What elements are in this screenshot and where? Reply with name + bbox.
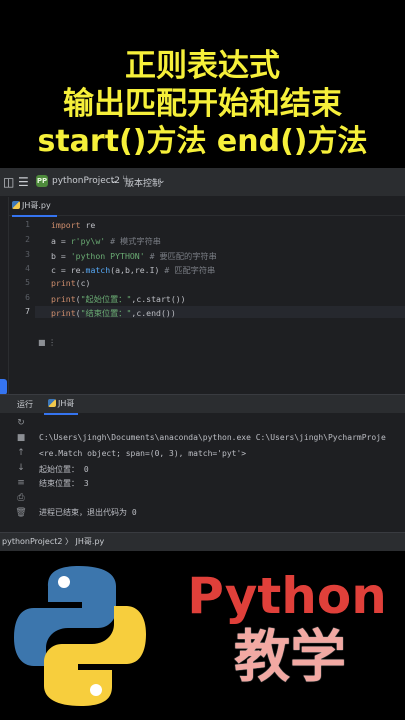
run-tab[interactable]: JH哥 — [44, 395, 79, 415]
editor-inline-controls: ■ ⋮ — [38, 338, 56, 347]
console-exit-message: 进程已结束，退出代码为 0 — [39, 508, 137, 517]
line-number: 1 — [25, 220, 30, 229]
more-icon[interactable]: ⋮ — [48, 338, 56, 347]
code-line-3[interactable]: b = 'python PYTHON' # 要匹配的字符串 — [51, 250, 217, 262]
teaching-label: 教学 — [234, 625, 346, 690]
code-line-2[interactable]: a = r'py\w' # 模式字符串 — [51, 235, 161, 247]
code-line-5[interactable]: print(c) — [51, 278, 90, 288]
line-number: 6 — [25, 293, 30, 302]
stop-icon[interactable]: ■ — [11, 433, 31, 448]
run-tool-indicator[interactable] — [0, 379, 7, 395]
line-number: 7 — [25, 307, 30, 316]
console-end-output: 结束位置： 3 — [39, 479, 89, 488]
line-number: 2 — [25, 235, 30, 244]
run-panel-header: 运行 JH哥 — [0, 394, 405, 415]
code-line-1[interactable]: import re — [51, 220, 95, 230]
code-line-6[interactable]: print("起始位置：",c.start()) — [51, 293, 186, 305]
chevron-down-icon[interactable]: ⌄ — [110, 176, 118, 186]
console-match-output: <re.Match object; span=(0, 3), match='py… — [39, 449, 247, 458]
main-menu-icon[interactable]: ☰ — [18, 175, 29, 189]
python-file-icon — [48, 399, 56, 407]
scroll-down-icon[interactable]: ↓ — [11, 463, 31, 478]
rerun-icon[interactable]: ↻ — [11, 418, 31, 433]
breadcrumb[interactable]: pythonProject2 〉 JH哥.py — [2, 537, 104, 546]
title-line-2: 输出匹配开始和结束 — [63, 86, 342, 122]
ide-toolbar: ◫ ☰ PP pythonProject2 ⌄ ⑂ 版本控制 ⌄ — [0, 168, 405, 197]
chevron-down-icon[interactable]: ⌄ — [158, 176, 166, 186]
run-label: 运行 — [17, 400, 33, 409]
scroll-up-icon[interactable]: ↑ — [11, 448, 31, 463]
python-file-icon — [12, 201, 20, 209]
python-wordmark: Python — [187, 567, 387, 625]
line-number: 4 — [25, 264, 30, 273]
editor-tabbar: JH哥.py — [0, 197, 405, 217]
vcs-menu[interactable]: 版本控制 — [125, 176, 161, 189]
line-number: 3 — [25, 250, 30, 259]
status-bar: pythonProject2 〉 JH哥.py — [0, 532, 405, 551]
line-number: 5 — [25, 278, 30, 287]
left-tool-strip — [0, 197, 9, 397]
soft-wrap-icon[interactable]: ≡ — [11, 478, 31, 493]
python-logo-icon — [14, 566, 146, 706]
trash-icon[interactable]: 🗑 — [11, 508, 31, 523]
ide-window: ◫ ☰ PP pythonProject2 ⌄ ⑂ 版本控制 ⌄ JH哥.py … — [0, 168, 405, 551]
code-line-4[interactable]: c = re.match(a,b,re.I) # 匹配字符串 — [51, 264, 215, 276]
console-start-output: 起始位置： 0 — [39, 465, 89, 474]
tab-label: JH哥.py — [22, 201, 51, 210]
window-control-icon[interactable]: ◫ — [3, 175, 14, 189]
console-command: C:\Users\jingh\Documents\anaconda\python… — [39, 433, 386, 442]
square-icon[interactable]: ■ — [38, 338, 46, 347]
title-line-1: 正则表达式 — [125, 48, 280, 84]
code-line-7[interactable]: print("结束位置：",c.end()) — [51, 307, 176, 319]
project-badge: PP — [36, 175, 48, 187]
title-line-3: start()方法 end()方法 — [37, 124, 368, 159]
tab-jh-py[interactable]: JH哥.py — [12, 197, 57, 217]
run-toolbar: ↻ ■ ↑ ↓ ≡ ⎙ 🗑 — [11, 418, 31, 523]
print-icon[interactable]: ⎙ — [11, 493, 31, 508]
